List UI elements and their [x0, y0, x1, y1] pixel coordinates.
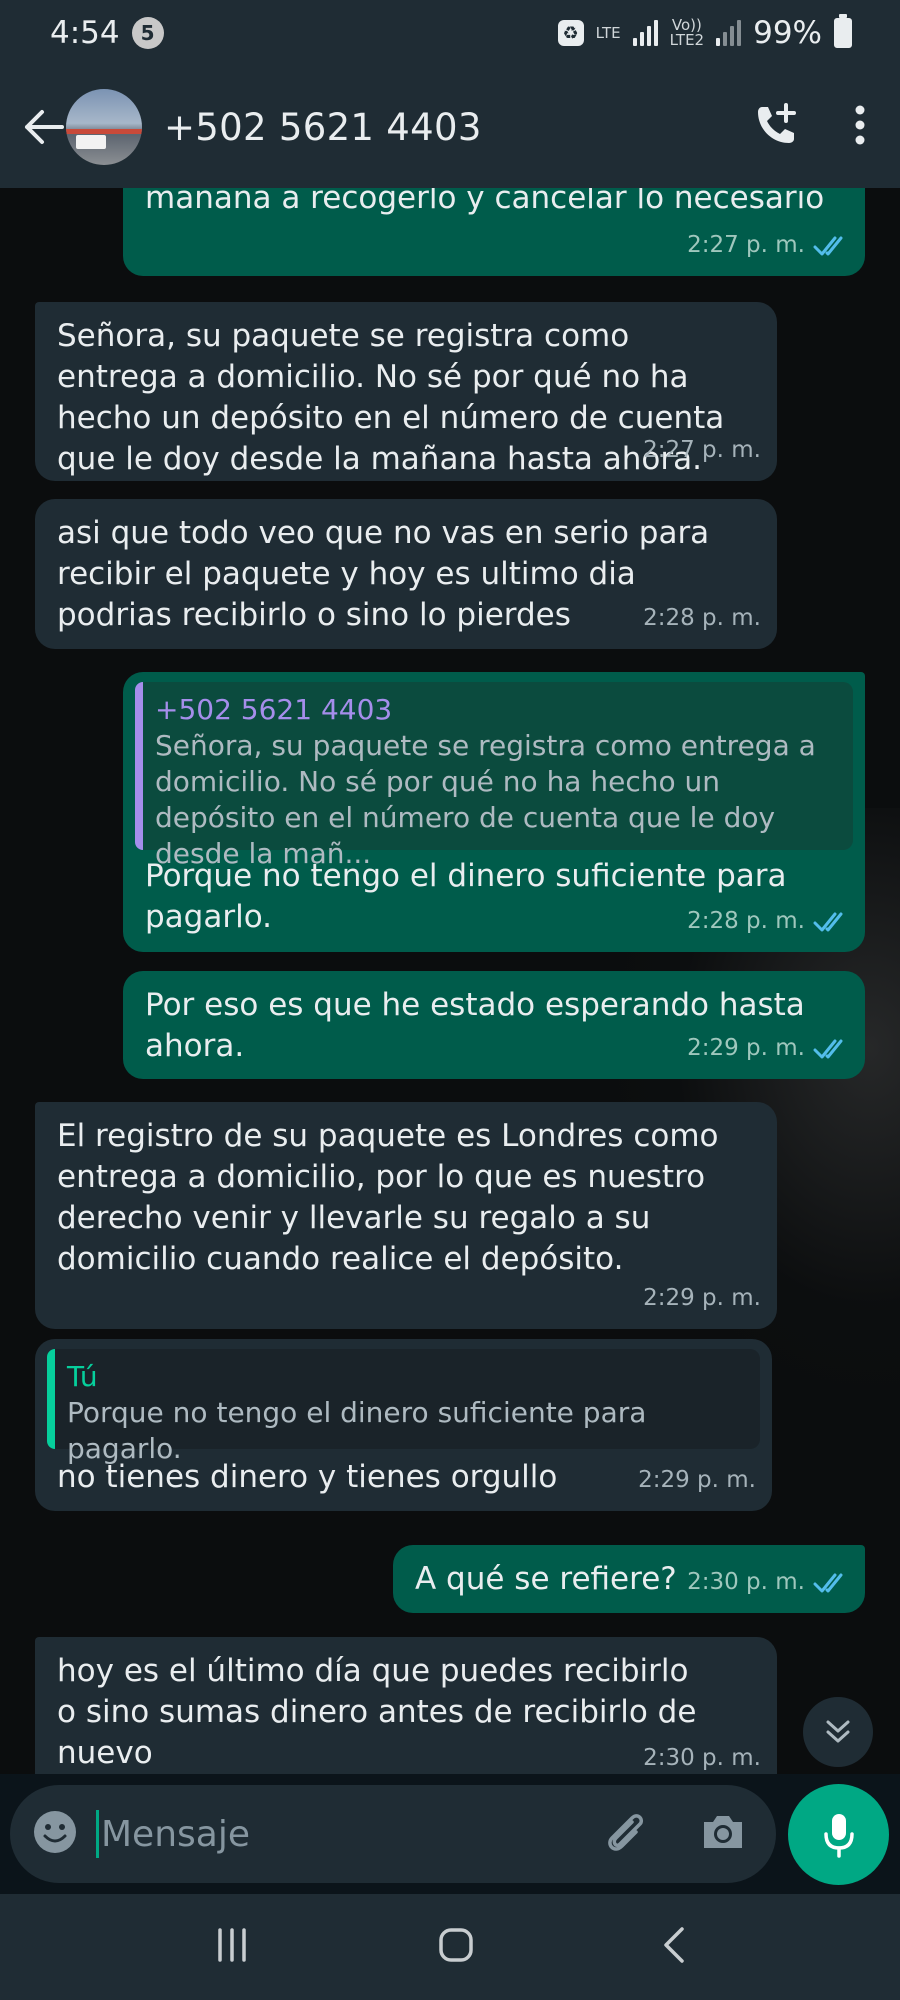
contact-name[interactable]: +502 5621 4403 [164, 106, 482, 149]
message-incoming[interactable]: hoy es el último día que puedes recibirl… [35, 1637, 777, 1774]
double-check-icon [813, 1039, 843, 1058]
network-label-2: Vo)) LTE2 [669, 16, 705, 49]
message-incoming[interactable]: asi que todo veo que no vas en serio par… [35, 499, 777, 649]
message-time: 2:27 p. m. [687, 232, 805, 258]
message-time: 2:29 p. m. [643, 1285, 761, 1311]
message-time: 2:30 p. m. [687, 1569, 805, 1595]
header-actions [754, 103, 878, 151]
message-meta: 2:27 p. m. [687, 225, 849, 266]
quoted-message[interactable]: Tú Porque no tengo el dinero suficiente … [47, 1349, 760, 1465]
quote-author: +502 5621 4403 [155, 693, 393, 726]
text-caret [96, 1810, 99, 1858]
battery-icon [834, 14, 852, 48]
double-check-icon [813, 1573, 843, 1592]
add-call-icon[interactable] [754, 103, 798, 151]
home-icon[interactable] [438, 1927, 474, 1967]
quoted-message[interactable]: +502 5621 4403 Señora, su paquete se reg… [135, 682, 853, 870]
mic-button[interactable] [788, 1784, 889, 1885]
double-check-icon [813, 912, 843, 931]
mic-icon [823, 1813, 854, 1858]
message-outgoing[interactable]: Por eso es que he estado esperando hasta… [123, 971, 865, 1079]
scroll-down-button[interactable] [803, 1697, 873, 1767]
input-actions [602, 1808, 754, 1860]
message-meta: 2:29 p. m. [687, 1028, 849, 1069]
recent-apps-icon[interactable] [214, 1928, 250, 1966]
chat-area[interactable]: mañana a recogerlo y cancelar lo necesar… [0, 188, 900, 1774]
message-text: El registro de su paquete es Londres com… [57, 1118, 719, 1277]
more-vert-icon[interactable] [854, 105, 866, 149]
avatar[interactable] [66, 89, 142, 165]
message-incoming-reply[interactable]: Tú Porque no tengo el dinero suficiente … [35, 1339, 772, 1511]
message-outgoing[interactable]: A qué se refiere? 2:30 p. m. [393, 1545, 865, 1613]
message-time: 2:28 p. m. [687, 908, 805, 934]
status-time: 4:54 [50, 15, 120, 51]
message-text: hoy es el último día que puedes recibirl… [57, 1653, 697, 1771]
message-meta: 2:28 p. m. [643, 598, 761, 639]
quote-author: Tú [67, 1360, 98, 1393]
message-input-bar[interactable]: Mensaje [10, 1785, 776, 1883]
back-nav-icon[interactable] [662, 1926, 686, 1968]
chat-header: +502 5621 4403 [0, 66, 900, 188]
status-indicators: ♻ LTE Vo)) LTE2 99% [557, 14, 852, 51]
paperclip-icon[interactable] [602, 1808, 650, 1860]
message-outgoing-reply[interactable]: +502 5621 4403 Señora, su paquete se reg… [123, 672, 865, 952]
message-text: mañana a recogerlo y cancelar lo necesar… [145, 188, 825, 216]
message-input[interactable]: Mensaje [101, 1814, 250, 1855]
double-check-icon [813, 236, 843, 255]
notification-badge: 5 [131, 17, 164, 49]
message-time: 2:30 p. m. [643, 1745, 761, 1771]
message-incoming[interactable]: Señora, su paquete se registra como entr… [35, 302, 777, 481]
message-meta: 2:29 p. m. [643, 1278, 761, 1319]
quote-text: Porque no tengo el dinero suficiente par… [67, 1396, 647, 1465]
message-time: 2:27 p. m. [643, 437, 761, 463]
message-incoming[interactable]: El registro de su paquete es Londres com… [35, 1102, 777, 1329]
status-bar: 4:54 5 ♻ LTE Vo)) LTE2 99% [0, 0, 900, 66]
network-label-1: LTE [595, 23, 621, 42]
system-nav-bar [0, 1894, 900, 2000]
arrow-left-icon[interactable] [22, 105, 66, 149]
message-meta: 2:27 p. m. [643, 430, 761, 471]
message-meta: 2:29 p. m. [638, 1460, 756, 1501]
message-meta: 2:28 p. m. [687, 901, 849, 942]
message-time: 2:28 p. m. [643, 605, 761, 631]
message-meta: 2:30 p. m. [687, 1562, 849, 1603]
recycle-icon: ♻ [557, 20, 584, 46]
message-outgoing[interactable]: mañana a recogerlo y cancelar lo necesar… [123, 188, 865, 276]
signal-icon-2 [716, 20, 742, 46]
message-meta: 2:30 p. m. [643, 1738, 761, 1774]
emoji-icon[interactable] [32, 1809, 78, 1859]
message-time: 2:29 p. m. [638, 1467, 756, 1493]
chevron-double-down-icon [826, 1720, 850, 1743]
quote-text: Señora, su paquete se registra como entr… [155, 729, 816, 870]
battery-percent: 99% [753, 15, 822, 51]
message-time: 2:29 p. m. [687, 1035, 805, 1061]
camera-icon[interactable] [700, 1812, 746, 1856]
signal-icon [632, 20, 658, 46]
